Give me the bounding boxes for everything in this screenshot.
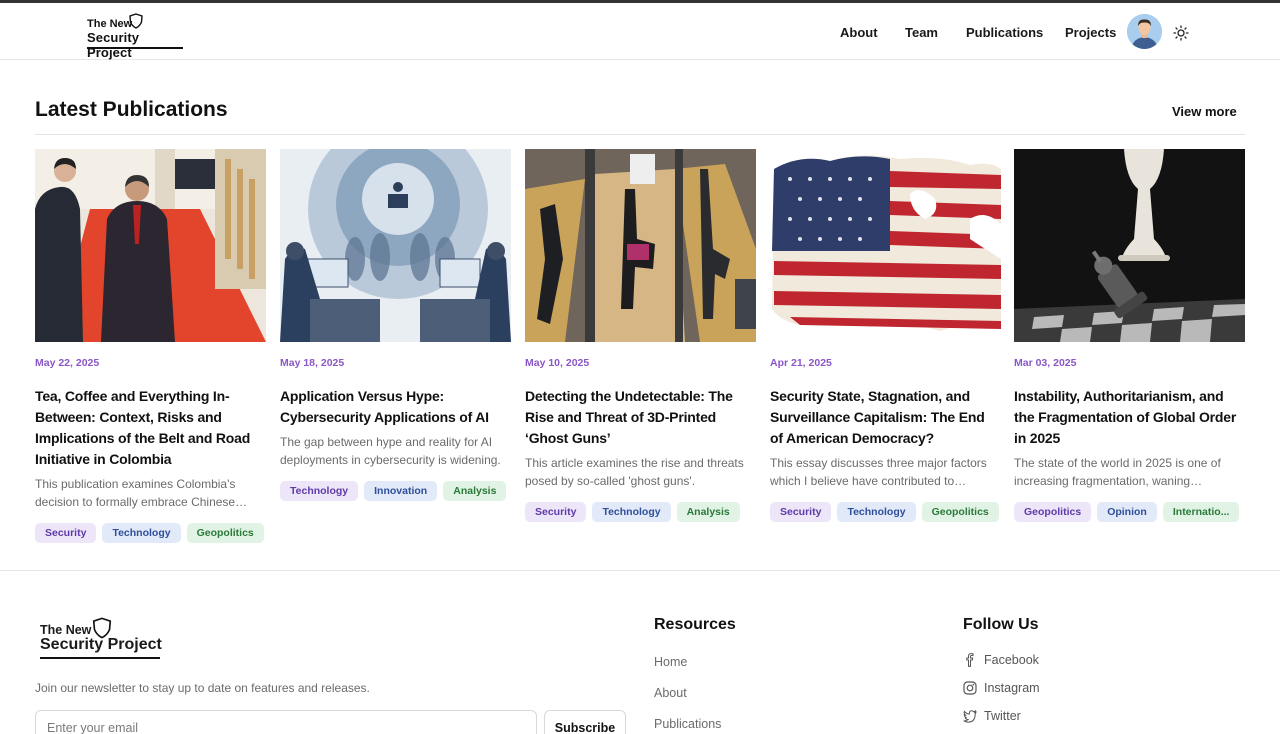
- publication-title[interactable]: Tea, Coffee and Everything In-Between: C…: [35, 386, 266, 470]
- tag-list: Security Technology Analysis: [525, 502, 756, 522]
- email-input[interactable]: [35, 710, 537, 734]
- nav-about[interactable]: About: [840, 25, 878, 40]
- footer-logo-line2: Security Project: [40, 636, 162, 653]
- publication-description: The state of the world in 2025 is one of…: [1014, 456, 1221, 488]
- footer-divider: [0, 570, 1280, 571]
- social-label: Instagram: [984, 681, 1040, 695]
- social-facebook[interactable]: Facebook: [963, 653, 1039, 667]
- publication-description: This essay discusses three major factors…: [770, 456, 987, 488]
- tag-security[interactable]: Security: [35, 523, 97, 543]
- publication-title[interactable]: Security State, Stagnation, and Surveill…: [770, 386, 1001, 449]
- publication-image-ghost-guns[interactable]: [525, 149, 756, 342]
- tag-international[interactable]: Internatio...: [1162, 502, 1240, 522]
- nav-team[interactable]: Team: [905, 25, 938, 40]
- tag-analysis[interactable]: Analysis: [443, 481, 507, 501]
- logo-line2: Security Project: [87, 30, 140, 60]
- newsletter-text: Join our newsletter to stay up to date o…: [35, 681, 370, 695]
- avatar[interactable]: [1127, 14, 1162, 49]
- publication-date: Mar 03, 2025: [1014, 357, 1077, 369]
- footer-link-about[interactable]: About: [654, 686, 687, 700]
- publication-date: May 10, 2025: [525, 357, 590, 369]
- publication-card[interactable]: Mar 03, 2025 Instability, Authoritariani…: [1014, 149, 1245, 522]
- publication-date: May 22, 2025: [35, 357, 100, 369]
- tag-security[interactable]: Security: [525, 502, 587, 522]
- publication-title[interactable]: Application Versus Hype: Cybersecurity A…: [280, 386, 511, 428]
- resources-heading: Resources: [654, 616, 736, 633]
- publication-image-ai-watercolor[interactable]: [280, 149, 511, 342]
- publication-image-chess-pieces[interactable]: [1014, 149, 1245, 342]
- theme-toggle-sun-icon[interactable]: [1173, 25, 1189, 41]
- publication-description: The gap between hype and reality for AI …: [280, 435, 501, 467]
- follow-heading: Follow Us: [963, 616, 1039, 633]
- footer-link-home[interactable]: Home: [654, 655, 687, 669]
- publication-image-torn-flag[interactable]: [770, 149, 1001, 342]
- shield-icon: [129, 13, 143, 29]
- footer-link-publications[interactable]: Publications: [654, 717, 721, 731]
- tag-technology[interactable]: Technology: [592, 502, 671, 522]
- publication-title[interactable]: Detecting the Undetectable: The Rise and…: [525, 386, 756, 449]
- publication-date: May 18, 2025: [280, 357, 345, 369]
- tag-geopolitics[interactable]: Geopolitics: [921, 502, 999, 522]
- tag-list: Geopolitics Opinion Internatio...: [1014, 502, 1245, 522]
- section-title: Latest Publications: [35, 98, 228, 121]
- logo-line1: The New: [87, 18, 133, 30]
- tag-security[interactable]: Security: [770, 502, 832, 522]
- publication-card[interactable]: May 18, 2025 Application Versus Hype: Cy…: [280, 149, 511, 501]
- tag-geopolitics[interactable]: Geopolitics: [186, 523, 264, 543]
- logo-underline: [87, 47, 183, 49]
- tag-geopolitics[interactable]: Geopolitics: [1014, 502, 1092, 522]
- nav-projects[interactable]: Projects: [1065, 25, 1116, 40]
- tag-list: Technology Innovation Analysis: [280, 481, 511, 501]
- social-label: Twitter: [984, 709, 1021, 723]
- tag-opinion[interactable]: Opinion: [1097, 502, 1157, 522]
- facebook-icon: [966, 653, 974, 667]
- view-more-link[interactable]: View more: [1172, 104, 1237, 119]
- publication-card[interactable]: May 10, 2025 Detecting the Undetectable:…: [525, 149, 756, 522]
- tag-technology[interactable]: Technology: [280, 481, 359, 501]
- social-instagram[interactable]: Instagram: [963, 681, 1040, 695]
- publication-card[interactable]: May 22, 2025 Tea, Coffee and Everything …: [35, 149, 266, 543]
- twitter-icon: [963, 709, 977, 723]
- footer-logo[interactable]: The New Security Project: [40, 617, 170, 662]
- publication-description: This article examines the rise and threa…: [525, 456, 744, 488]
- tag-technology[interactable]: Technology: [837, 502, 916, 522]
- publication-date: Apr 21, 2025: [770, 357, 832, 369]
- instagram-icon: [963, 681, 977, 695]
- tag-list: Security Technology Geopolitics: [35, 523, 266, 543]
- social-twitter[interactable]: Twitter: [963, 709, 1021, 723]
- publication-description: This publication examines Colombia's dec…: [35, 477, 248, 509]
- site-header: The New Security Project About Team Publ…: [0, 3, 1280, 60]
- publication-title[interactable]: Instability, Authoritarianism, and the F…: [1014, 386, 1245, 449]
- footer-logo-line1: The New: [40, 623, 92, 637]
- publication-card[interactable]: Apr 21, 2025 Security State, Stagnation,…: [770, 149, 1001, 522]
- tag-list: Security Technology Geopolitics: [770, 502, 1001, 522]
- publication-image-officials-walking[interactable]: [35, 149, 266, 342]
- tag-innovation[interactable]: Innovation: [364, 481, 438, 501]
- tag-technology[interactable]: Technology: [102, 523, 181, 543]
- subscribe-button[interactable]: Subscribe: [544, 710, 626, 734]
- tag-analysis[interactable]: Analysis: [676, 502, 740, 522]
- social-label: Facebook: [984, 653, 1039, 667]
- footer-logo-underline: [40, 657, 160, 659]
- site-logo[interactable]: The New Security Project: [87, 13, 187, 60]
- section-divider: [35, 134, 1245, 135]
- nav-publications[interactable]: Publications: [966, 25, 1043, 40]
